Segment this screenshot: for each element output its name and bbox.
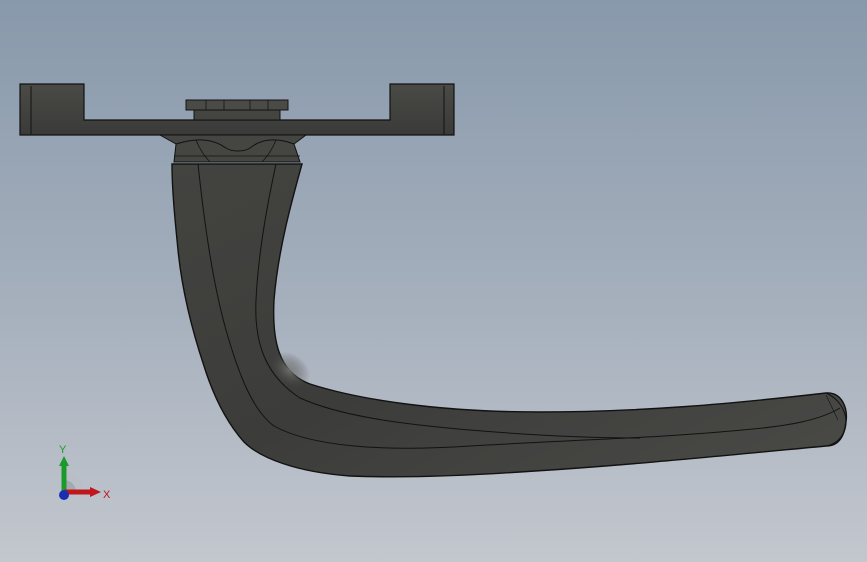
x-axis-label: X (103, 489, 111, 501)
spindle-boss (185, 99, 289, 121)
door-handle-model[interactable] (0, 0, 867, 562)
xy-plane-indicator (64, 472, 84, 492)
handle-neck (158, 134, 308, 163)
coordinate-triad[interactable]: Y X (40, 440, 120, 510)
y-axis-label: Y (59, 444, 67, 456)
graphics-viewport[interactable]: Y X (0, 0, 867, 562)
lever-arm (171, 163, 848, 478)
z-axis-origin (59, 490, 69, 500)
